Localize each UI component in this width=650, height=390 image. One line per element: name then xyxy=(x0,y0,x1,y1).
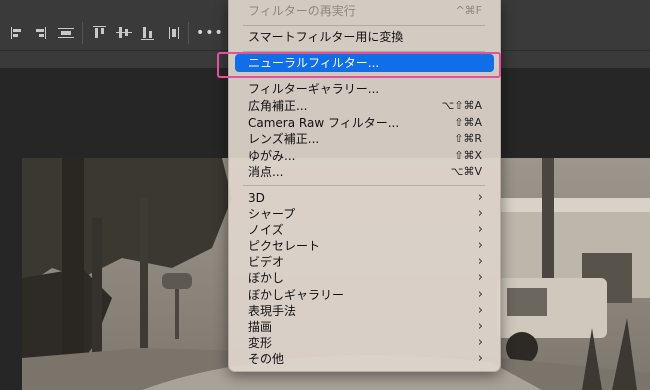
menu-item-vanishing-point[interactable]: 消点... ⌥⌘V xyxy=(235,163,494,181)
menu-item-blur[interactable]: ぼかし › xyxy=(235,269,494,287)
menu-item-filter-gallery[interactable]: フィルターギャラリー... xyxy=(235,80,494,98)
align-bottom-edges-icon[interactable] xyxy=(140,25,156,41)
menu-separator xyxy=(243,185,485,186)
align-vertical-centers-icon[interactable] xyxy=(116,25,132,41)
chevron-right-icon: › xyxy=(477,351,483,366)
menu-item-lens-correction[interactable]: レンズ補正... ⇧⌘R xyxy=(235,130,494,148)
menu-item-adaptive-wide-angle[interactable]: 広角補正... ⌥⇧⌘A xyxy=(235,97,494,115)
toolbar-separator xyxy=(82,22,83,44)
menu-item-convert-smart-filters[interactable]: スマートフィルター用に変換 xyxy=(235,28,494,46)
align-right-edges-icon[interactable] xyxy=(32,25,48,41)
distribute-icon[interactable] xyxy=(166,25,182,41)
menu-separator xyxy=(243,25,485,26)
align-horizontal-centers-icon[interactable] xyxy=(58,25,74,41)
align-left-edges-icon[interactable] xyxy=(10,25,26,41)
align-top-edges-icon[interactable] xyxy=(92,25,108,41)
toolbar-separator xyxy=(188,22,189,44)
menu-item-other[interactable]: その他 › xyxy=(235,350,494,368)
more-options-icon[interactable]: ••• xyxy=(196,25,224,41)
chevron-right-icon: › xyxy=(477,270,483,285)
highlight-callout xyxy=(217,52,501,78)
menu-item-reapply-filter: フィルターの再実行 ^⌘F xyxy=(248,4,482,18)
